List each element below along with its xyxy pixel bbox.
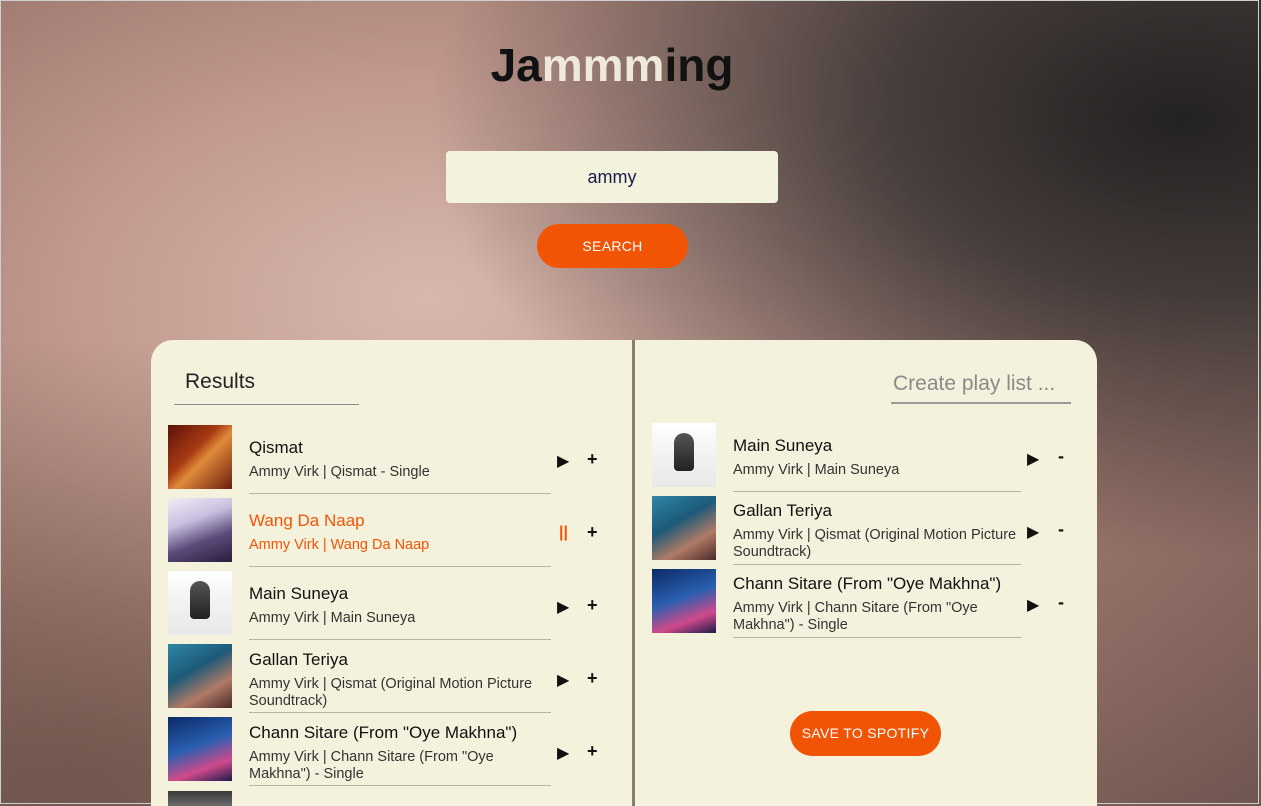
logo-part-highlight: mmm: [541, 39, 665, 91]
track-info: Ammy Virk | Chann Sitare (From "Oye Makh…: [249, 749, 494, 782]
track-info: Ammy Virk | Main Suneya: [249, 610, 416, 626]
play-icon[interactable]: ▶: [557, 670, 569, 690]
track-divider: [733, 491, 1021, 492]
track-info: Ammy Virk | Qismat (Original Motion Pict…: [249, 676, 533, 709]
track-info: Ammy Virk | Qismat (Original Motion Pict…: [733, 527, 1017, 560]
album-art: [168, 791, 232, 806]
playlist-track: Main Suneya Ammy Virk | Main Suneya ▶ -: [652, 423, 1082, 496]
album-art: [168, 571, 232, 635]
track-info: Ammy Virk | Qismat - Single: [249, 464, 430, 480]
add-track-button[interactable]: +: [587, 668, 598, 689]
result-track: Chann Sitare (From "Oye Makhna") Ammy Vi…: [168, 717, 623, 790]
playlist-track: Gallan Teriya Ammy Virk | Qismat (Origin…: [652, 496, 1082, 569]
track-divider: [249, 566, 551, 567]
album-art: [652, 496, 716, 560]
track-info: Ammy Virk | Wang Da Naap: [249, 537, 430, 553]
add-track-button[interactable]: +: [587, 522, 598, 543]
remove-track-button[interactable]: -: [1058, 519, 1064, 540]
track-name: Qismat: [249, 438, 303, 457]
save-to-spotify-button[interactable]: SAVE TO SPOTIFY: [790, 711, 941, 756]
track-divider: [249, 712, 551, 713]
results-title: Results: [185, 370, 256, 393]
track-name: Chann Sitare (From "Oye Makhna"): [733, 574, 1002, 593]
results-underline: [174, 404, 359, 405]
result-track: Qismat Ammy Virk | Qismat - Single ▶ +: [168, 425, 623, 498]
play-icon[interactable]: ▶: [1027, 522, 1039, 542]
result-track: Main Suneya Ammy Virk | Main Suneya ▶ +: [168, 571, 623, 644]
result-track: Gallan Teriya Ammy Virk | Qismat (Origin…: [168, 644, 623, 717]
album-art: [168, 644, 232, 708]
result-track: Wang Da Naap Ammy Virk | Wang Da Naap ||…: [168, 498, 623, 571]
logo-part-1: Ja: [490, 39, 542, 91]
add-track-button[interactable]: +: [587, 741, 598, 762]
album-art: [168, 717, 232, 781]
panel-divider: [632, 340, 635, 806]
album-art: [168, 498, 232, 562]
add-track-button[interactable]: +: [587, 449, 598, 470]
playlist-track: Chann Sitare (From "Oye Makhna") Ammy Vi…: [652, 569, 1082, 642]
track-divider: [249, 785, 551, 786]
track-name: Gallan Teriya: [249, 650, 348, 669]
search-button[interactable]: SEARCH: [537, 224, 688, 268]
album-art: [652, 423, 716, 487]
track-name: Main Suneya: [733, 436, 833, 455]
main-panel: Results Qismat Ammy Virk | Qismat - Sing…: [151, 340, 1097, 806]
track-divider: [733, 637, 1021, 638]
remove-track-button[interactable]: -: [1058, 446, 1064, 467]
album-art: [652, 569, 716, 633]
track-name: Gallan Teriya: [733, 501, 832, 520]
play-icon[interactable]: ▶: [1027, 449, 1039, 469]
play-icon[interactable]: ▶: [557, 743, 569, 763]
play-icon[interactable]: ▶: [557, 597, 569, 617]
track-divider: [249, 639, 551, 640]
track-divider: [249, 493, 551, 494]
album-art: [168, 425, 232, 489]
track-name: Wang Da Naap: [249, 511, 365, 530]
playlist-name-input[interactable]: [891, 366, 1071, 404]
track-name: Main Suneya: [249, 584, 349, 603]
track-info: Ammy Virk | Main Suneya: [733, 462, 900, 478]
logo-part-3: ing: [664, 39, 734, 91]
track-info: Ammy Virk | Chann Sitare (From "Oye Makh…: [733, 600, 978, 633]
track-divider: [733, 564, 1021, 565]
play-icon[interactable]: ▶: [557, 451, 569, 471]
pause-icon[interactable]: ||: [559, 524, 568, 542]
app-logo: Jammming: [0, 38, 1224, 92]
add-track-button[interactable]: +: [587, 595, 598, 616]
track-name: Chann Sitare (From "Oye Makhna"): [249, 723, 518, 742]
remove-track-button[interactable]: -: [1058, 592, 1064, 613]
play-icon[interactable]: ▶: [1027, 595, 1039, 615]
search-input[interactable]: [446, 151, 778, 203]
